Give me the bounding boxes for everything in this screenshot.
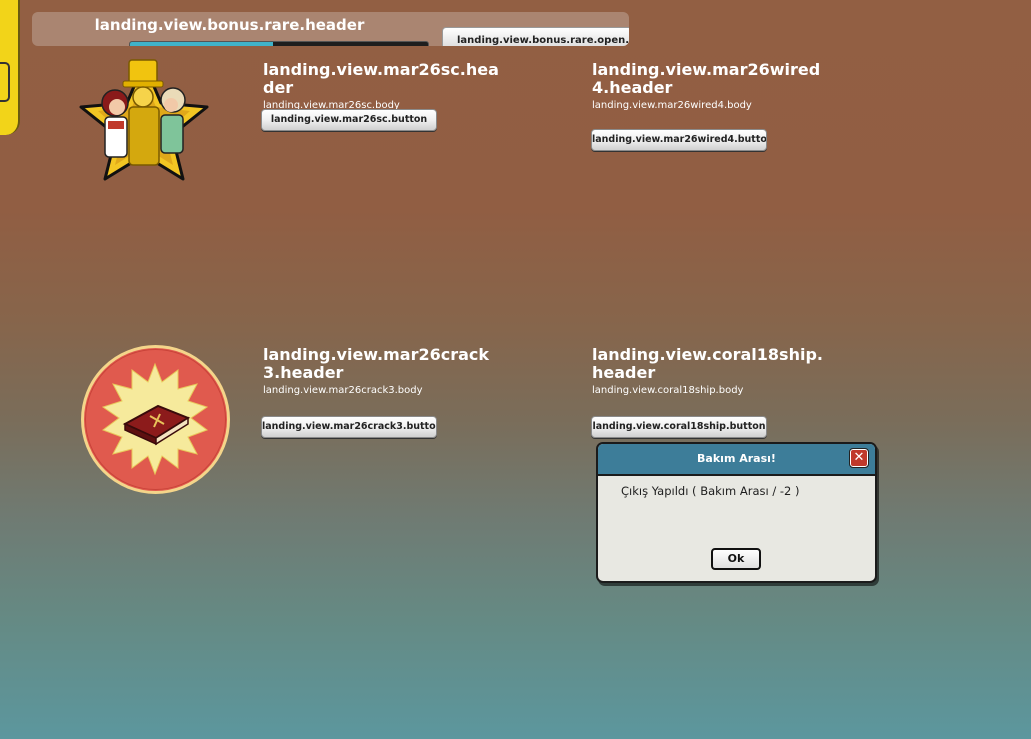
promo-header: landing.view.mar26crack3.header <box>263 345 490 382</box>
red-book-badge-image <box>81 345 230 494</box>
promo-mar26sc-button[interactable]: landing.view.mar26sc.button <box>261 109 437 131</box>
promo-mar26wired4: landing.view.mar26wired4.header landing.… <box>592 60 832 112</box>
promo-body: landing.view.mar26crack3.body <box>263 385 423 396</box>
promo-mar26sc: landing.view.mar26sc.header landing.view… <box>263 60 503 112</box>
promo-header: landing.view.mar26sc.header <box>263 60 499 97</box>
promo-coral18ship-button[interactable]: landing.view.coral18ship.button <box>591 416 767 438</box>
promo-coral18ship: landing.view.coral18ship.header landing.… <box>592 345 832 397</box>
dialog-title: Bakım Arası! <box>598 444 875 476</box>
promo-body: landing.view.mar26wired4.body <box>592 100 752 111</box>
dialog-message: Çıkış Yapıldı ( Bakım Arası / -2 ) <box>621 484 800 498</box>
maintenance-dialog: Bakım Arası! ✕ Çıkış Yapıldı ( Bakım Ara… <box>596 442 877 583</box>
gold-star-avatars-image <box>79 59 209 181</box>
promo-mar26crack3: landing.view.mar26crack3.header landing.… <box>263 345 503 397</box>
bonus-rare-open-button[interactable]: landing.view.bonus.rare.open.credits <box>442 27 629 46</box>
promo-body: landing.view.coral18ship.body <box>592 385 744 396</box>
bonus-rare-bar: landing.view.bonus.rare.header landing.v… <box>32 12 629 46</box>
bonus-rare-progress-fill <box>130 42 274 46</box>
promo-header: landing.view.coral18ship.header <box>592 345 823 382</box>
promo-header: landing.view.mar26wired4.header <box>592 60 821 97</box>
promo-mar26wired4-button[interactable]: landing.view.mar26wired4.button <box>591 129 767 151</box>
bonus-rare-header: landing.view.bonus.rare.header <box>94 16 365 34</box>
close-icon[interactable]: ✕ <box>849 448 869 468</box>
bonus-rare-progress <box>129 41 429 46</box>
left-panel-toggle[interactable] <box>0 62 10 102</box>
promo-mar26crack3-button[interactable]: landing.view.mar26crack3.button <box>261 416 437 438</box>
ok-button[interactable]: Ok <box>711 548 761 570</box>
